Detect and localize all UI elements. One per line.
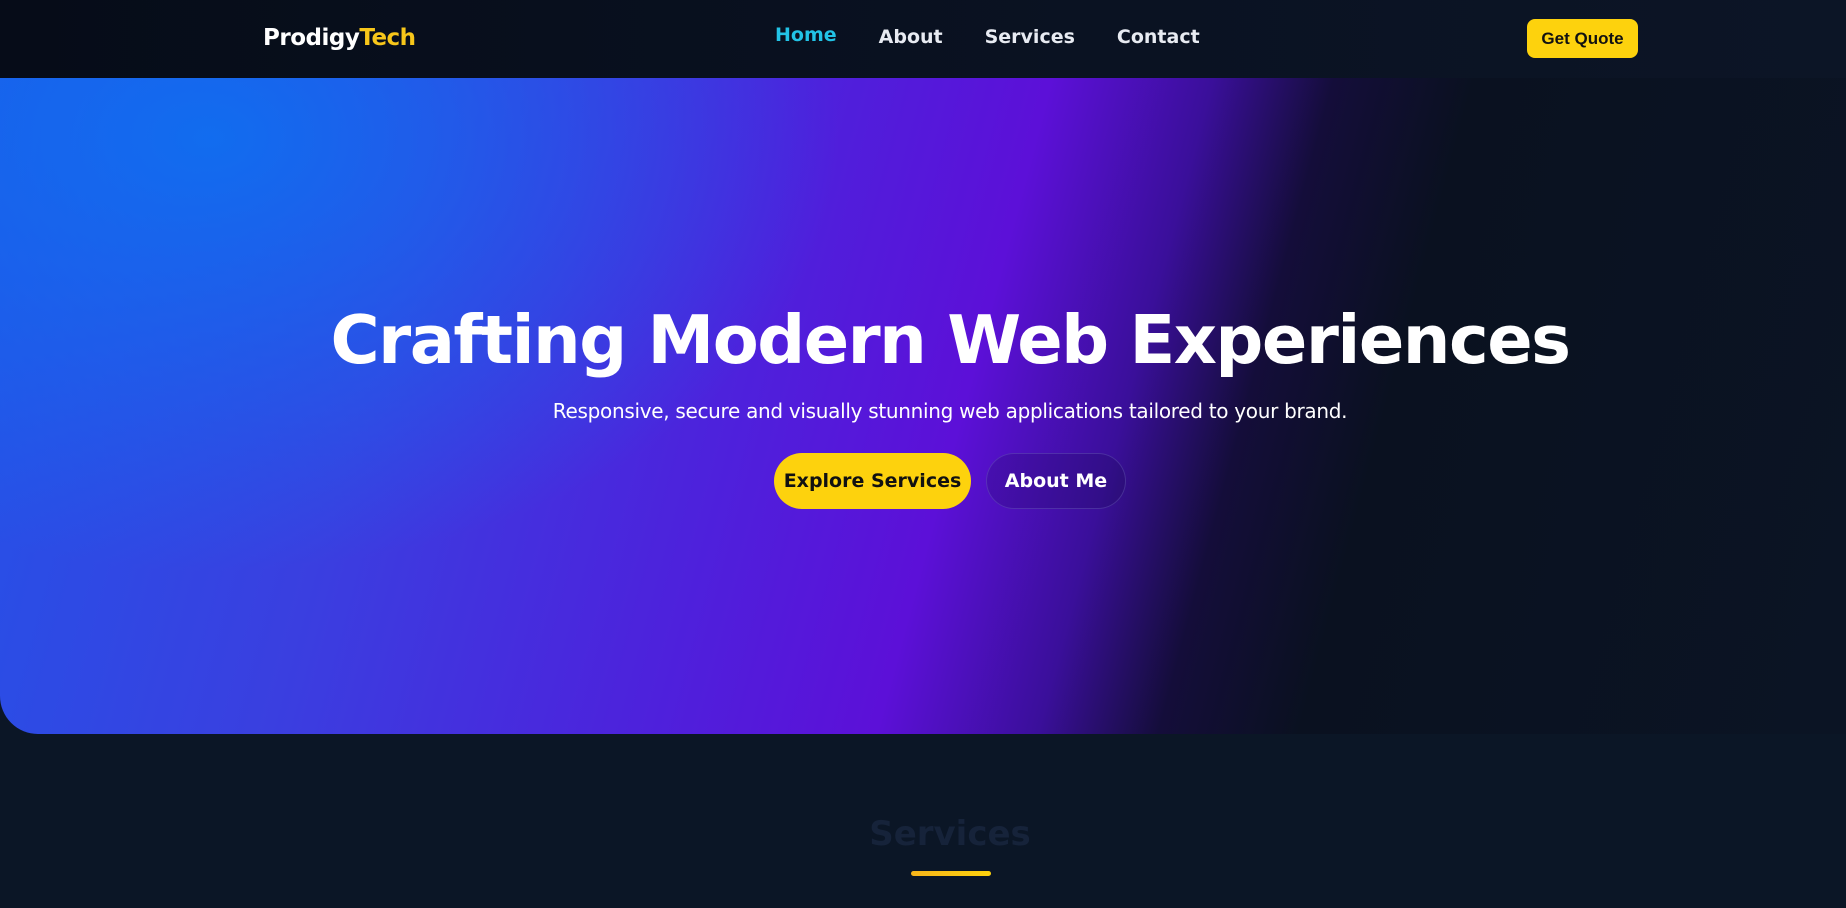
nav-link-home[interactable]: Home — [775, 24, 837, 48]
navbar: ProdigyTech Home About Services Contact … — [0, 0, 1846, 78]
explore-services-button[interactable]: Explore Services — [774, 453, 971, 509]
hero-title: Crafting Modern Web Experiences — [330, 301, 1571, 379]
nav-menu: Home About Services Contact — [775, 24, 1242, 48]
nav-link-contact[interactable]: Contact — [1117, 26, 1200, 48]
nav-link-about[interactable]: About — [879, 26, 943, 48]
brand-logo[interactable]: ProdigyTech — [263, 25, 416, 51]
section-title-underline — [911, 871, 991, 876]
brand-name-primary: Prodigy — [263, 25, 360, 51]
nav-link-services[interactable]: Services — [985, 26, 1075, 48]
about-me-button[interactable]: About Me — [986, 453, 1126, 509]
get-quote-button[interactable]: Get Quote — [1527, 19, 1638, 58]
hero-subtitle: Responsive, secure and visually stunning… — [552, 399, 1348, 423]
hero-section: Crafting Modern Web Experiences Responsi… — [0, 78, 1846, 734]
brand-name-accent: Tech — [359, 25, 416, 51]
services-section-title: Services — [869, 814, 1031, 854]
